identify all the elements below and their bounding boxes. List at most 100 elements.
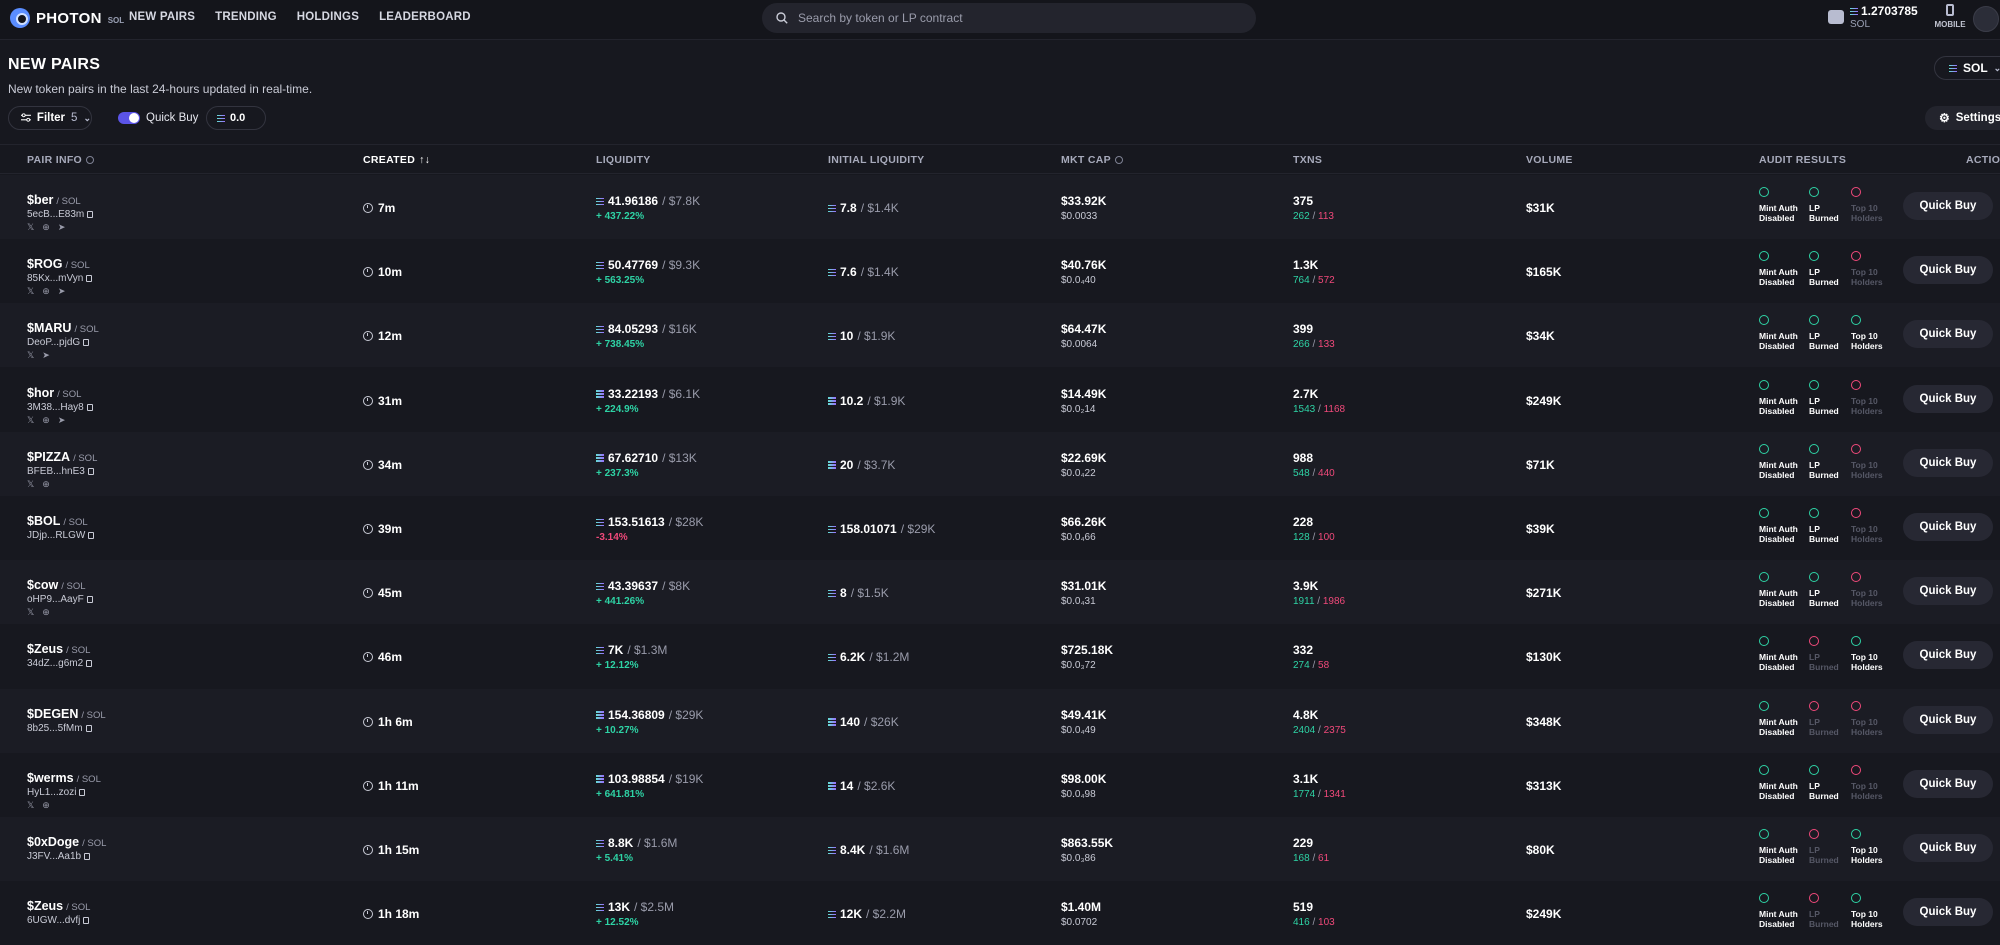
col-liquidity[interactable]: LIQUIDITY xyxy=(596,154,651,166)
check-circle-icon xyxy=(1759,315,1769,326)
quick-buy-button[interactable]: Quick Buy xyxy=(1903,448,1993,477)
social-link-icon[interactable]: ➤ xyxy=(42,351,50,360)
social-link-icon[interactable]: ⊕ xyxy=(42,287,50,296)
quick-buy-button[interactable]: Quick Buy xyxy=(1903,834,1993,862)
table-row[interactable]: $MARU / SOL DeoP...pjdG 𝕏 ➤ 12m 84.05293/ … xyxy=(0,303,2000,368)
top-nav: PHOTON SOL NEW PAIRS TRENDING HOLDINGS L… xyxy=(0,0,2000,40)
table-row[interactable]: $werms / SOL HyL1...zozi 𝕏 ⊕ 1h 11m 103.98… xyxy=(0,752,2000,817)
social-link-icon[interactable]: ⊕ xyxy=(42,479,50,489)
quick-buy-button[interactable]: Quick Buy xyxy=(1903,898,1993,927)
pair-address: JDjp...RLGW xyxy=(27,530,86,541)
table-row[interactable]: $DEGEN / SOL 8b25...5fMm 1h 6m 154.36809/… xyxy=(0,688,2000,753)
table-row[interactable]: $hor / SOL 3M38...Hay8 𝕏 ⊕ ➤ 31m 33.22193/ … xyxy=(0,367,2000,432)
created-age: 39m xyxy=(363,522,402,536)
pair-name[interactable]: $hor xyxy=(27,386,54,400)
initial-liquidity-sol: 10.2 xyxy=(840,393,864,408)
social-link-icon[interactable]: 𝕏 xyxy=(27,800,34,810)
txn-buys: 1543 xyxy=(1293,403,1316,415)
social-link-icon[interactable]: ⊕ xyxy=(42,415,50,425)
pair-name[interactable]: $DEGEN xyxy=(27,707,78,721)
pair-name[interactable]: $werms xyxy=(27,771,74,785)
pair-name[interactable]: $ber xyxy=(27,193,53,207)
social-link-icon[interactable]: 𝕏 xyxy=(27,287,34,296)
social-link-icon[interactable]: ➤ xyxy=(58,287,66,296)
table-row[interactable]: $ROG / SOL 85Kx...mVyn 𝕏 ⊕ ➤ 10m 50.47769/ … xyxy=(0,239,2000,304)
copy-icon[interactable] xyxy=(86,275,93,283)
pair-name[interactable]: $Zeus xyxy=(27,899,63,913)
copy-icon[interactable] xyxy=(88,532,95,539)
quick-buy-toggle[interactable] xyxy=(118,112,140,124)
table-row[interactable]: $cow / SOL oHP9...AayF 𝕏 ⊕ 45m 43.39637/ $… xyxy=(0,560,2000,625)
quick-buy-button[interactable]: Quick Buy xyxy=(1903,320,1993,349)
filter-button[interactable]: Filter 5 ⌄ xyxy=(8,106,92,130)
pair-name[interactable]: $MARU xyxy=(27,321,71,335)
social-link-icon[interactable]: ➤ xyxy=(58,223,66,232)
info-icon[interactable] xyxy=(86,156,95,164)
copy-icon[interactable] xyxy=(84,853,91,860)
pair-name[interactable]: $0xDoge xyxy=(27,835,79,849)
pair-name[interactable]: $Zeus xyxy=(27,642,63,656)
search-bar[interactable] xyxy=(762,3,1256,33)
pair-name[interactable]: $PIZZA xyxy=(27,450,70,464)
social-link-icon[interactable]: ➤ xyxy=(58,415,66,425)
copy-icon[interactable] xyxy=(86,403,93,411)
quick-buy-button[interactable]: Quick Buy xyxy=(1903,577,1993,606)
search-input[interactable] xyxy=(798,11,1218,25)
social-link-icon[interactable]: ⊕ xyxy=(42,608,50,617)
social-link-icon[interactable]: 𝕏 xyxy=(27,415,34,425)
social-link-icon[interactable]: 𝕏 xyxy=(27,351,34,360)
table-row[interactable]: $Zeus / SOL 34dZ...g6m2 46m 7K / $1.3M + 1… xyxy=(0,624,2000,689)
table-row[interactable]: $PIZZA / SOL BFEB...hnE3 𝕏 ⊕ 34m 67.62710/… xyxy=(0,431,2000,496)
mobile-button[interactable]: MOBILE xyxy=(1933,4,1967,29)
quick-buy-button[interactable]: Quick Buy xyxy=(1903,641,1993,670)
quick-buy-button[interactable]: Quick Buy xyxy=(1903,513,1993,541)
copy-icon[interactable] xyxy=(87,467,94,475)
copy-icon[interactable] xyxy=(79,788,86,796)
col-audit-results: AUDIT RESULTS xyxy=(1759,154,1847,166)
social-link-icon[interactable]: ⊕ xyxy=(42,223,50,232)
market-cap-value: $31.01K xyxy=(1061,579,1107,594)
quick-buy-button[interactable]: Quick Buy xyxy=(1903,256,1993,285)
liquidity-usd: / $7.8K xyxy=(662,194,701,208)
quick-buy-button[interactable]: Quick Buy xyxy=(1903,705,1993,734)
table-row[interactable]: $Zeus / SOL 6UGW...dvfj 1h 18m 13K / $2.5M… xyxy=(0,881,2000,945)
pair-name[interactable]: $BOL xyxy=(27,514,60,528)
quick-buy-button[interactable]: Quick Buy xyxy=(1903,769,1993,798)
quick-buy-button[interactable]: Quick Buy xyxy=(1903,192,1993,220)
col-volume[interactable]: VOLUME xyxy=(1526,154,1573,166)
info-icon[interactable] xyxy=(1114,156,1123,164)
audit-top10: Top 10 Holders xyxy=(1851,379,1895,416)
quick-buy-amount-input[interactable]: 0.0 xyxy=(206,106,266,130)
social-link-icon[interactable]: 𝕏 xyxy=(27,608,34,617)
table-row[interactable]: $ber / SOL 5ecB...E83m 𝕏 ⊕ ➤ 7m 41.96186/ $… xyxy=(0,175,2000,239)
col-created[interactable]: CREATED ↑↓ xyxy=(363,154,430,166)
nav-link-leaderboard[interactable]: LEADERBOARD xyxy=(379,11,471,23)
col-initial-liquidity[interactable]: INITIAL LIQUIDITY xyxy=(828,154,925,166)
settings-button[interactable]: ⚙ Settings xyxy=(1925,106,2000,130)
copy-icon[interactable] xyxy=(86,596,93,604)
audit-lp: LP Burned xyxy=(1809,829,1853,865)
avatar[interactable] xyxy=(1973,6,1999,32)
copy-icon[interactable] xyxy=(87,211,94,218)
table-row[interactable]: $0xDoge / SOL J3FV...Aa1b 1h 15m 8.8K / $1… xyxy=(0,817,2000,881)
wallet-balance[interactable]: 1.2703785 SOL xyxy=(1828,4,1928,32)
pair-name[interactable]: $cow xyxy=(27,578,58,592)
quick-buy-button[interactable]: Quick Buy xyxy=(1903,384,1993,413)
nav-link-trending[interactable]: TRENDING xyxy=(215,11,277,23)
logo[interactable]: PHOTON SOL xyxy=(10,8,124,28)
copy-icon[interactable] xyxy=(83,917,90,925)
copy-icon[interactable] xyxy=(85,724,92,732)
copy-icon[interactable] xyxy=(86,660,93,668)
social-link-icon[interactable]: ⊕ xyxy=(42,800,50,810)
social-link-icon[interactable]: 𝕏 xyxy=(27,223,34,232)
copy-icon[interactable] xyxy=(83,339,90,347)
col-txns[interactable]: TXNS xyxy=(1293,154,1322,166)
nav-link-new-pairs[interactable]: NEW PAIRS xyxy=(129,11,195,23)
clock-icon xyxy=(363,716,373,727)
pair-name[interactable]: $ROG xyxy=(27,257,62,271)
chain-select[interactable]: SOL ⌄ xyxy=(1934,56,2000,80)
table-row[interactable]: $BOL / SOL JDjp...RLGW 39m 153.51613/ $28… xyxy=(0,496,2000,560)
social-link-icon[interactable]: 𝕏 xyxy=(27,479,34,489)
nav-link-holdings[interactable]: HOLDINGS xyxy=(297,11,359,23)
col-mkt-cap[interactable]: MKT CAP xyxy=(1061,154,1123,166)
